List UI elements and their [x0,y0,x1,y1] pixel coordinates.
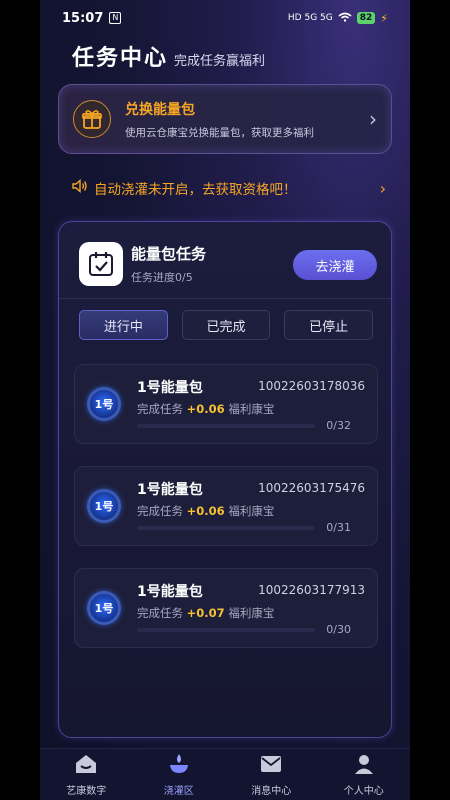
screen: 15:07 N HD 5G 5G 82 ⚡ 任务中心 完成任务赢福利 兑换能量包… [40,0,410,800]
chevron-right-icon: › [379,178,386,198]
progress-bar [137,628,315,632]
reward-amount: +0.06 [186,402,225,416]
nav-item-home[interactable]: 艺康数字 [40,749,133,800]
progress-bar [137,526,315,530]
page-header: 任务中心 完成任务赢福利 [72,40,265,72]
task-item[interactable]: 1号 1号能量包 10022603178036 完成任务 +0.06 福利康宝 … [74,364,378,444]
nav-label: 艺康数字 [66,785,107,797]
tab-stopped[interactable]: 已停止 [284,310,374,340]
user-icon [352,753,376,778]
charging-icon: ⚡ [380,11,388,25]
progress-count: 0/30 [326,623,351,636]
reward-amount: +0.06 [186,504,225,518]
tab-completed[interactable]: 已完成 [181,310,271,340]
nav-label: 消息中心 [251,785,292,797]
task-item-id: 10022603178036 [258,379,365,393]
notification-badge: N [109,12,122,24]
reward-amount: +0.07 [186,606,225,620]
task-panel: 能量包任务 任务进度0/5 去浇灌 进行中 已完成 已停止 1号 1号能量包 1… [58,221,392,738]
calendar-check-icon [79,242,123,286]
water-icon [167,753,191,778]
task-item[interactable]: 1号 1号能量包 10022603175476 完成任务 +0.06 福利康宝 … [74,466,378,546]
status-time: 15:07 [62,10,104,26]
signal-text: HD 5G 5G [287,13,333,23]
speaker-icon [72,178,88,197]
task-item-id: 10022603175476 [258,481,365,495]
nav-item-messages[interactable]: 消息中心 [225,749,318,800]
task-item-name: 1号能量包 [137,380,203,396]
nav-item-water[interactable]: 浇灌区 [133,749,226,800]
level-badge-icon: 1号 [87,591,121,625]
task-title: 能量包任务 [131,245,207,263]
exchange-text: 兑换能量包 使用云仓康宝兑换能量包，获取更多福利 [125,99,314,140]
exchange-desc: 使用云仓康宝兑换能量包，获取更多福利 [125,126,314,139]
exchange-title: 兑换能量包 [125,101,195,118]
go-water-button[interactable]: 去浇灌 [293,250,377,280]
task-header-text: 能量包任务 任务进度0/5 [131,243,206,285]
level-badge-icon: 1号 [87,387,121,421]
task-item-name: 1号能量包 [137,482,203,498]
task-item[interactable]: 1号 1号能量包 10022603177913 完成任务 +0.07 福利康宝 … [74,568,378,648]
bottom-nav: 艺康数字 浇灌区 消息中心 个人中心 [40,748,410,800]
task-progress: 任务进度0/5 [131,271,193,284]
nav-item-profile[interactable]: 个人中心 [318,749,411,800]
task-item-desc: 完成任务 +0.06 福利康宝 [137,504,275,518]
page-title: 任务中心 [72,46,169,71]
nav-label: 浇灌区 [163,785,194,797]
progress-count: 0/32 [326,419,351,432]
wifi-icon [338,12,352,25]
status-right: HD 5G 5G 82 ⚡ [288,12,388,25]
page-subtitle: 完成任务赢福利 [174,54,266,69]
mail-icon [259,753,283,778]
auto-water-notice[interactable]: 自动浇灌未开启，去获取资格吧！ › [72,178,386,198]
task-item-id: 10022603177913 [258,583,365,597]
notice-text: 自动浇灌未开启，去获取资格吧！ [94,182,297,198]
gift-icon [73,100,111,138]
battery-icon: 82 [356,12,376,24]
progress-count: 0/31 [326,521,351,534]
nav-label: 个人中心 [343,785,384,797]
task-item-desc: 完成任务 +0.07 福利康宝 [137,606,275,620]
home-icon [74,753,98,778]
level-badge-icon: 1号 [87,489,121,523]
task-header: 能量包任务 任务进度0/5 [79,242,206,286]
task-item-desc: 完成任务 +0.06 福利康宝 [137,402,275,416]
chevron-right-icon: › [369,107,377,131]
task-tabs: 进行中 已完成 已停止 [79,310,374,340]
divider [59,298,391,299]
task-item-name: 1号能量包 [137,584,203,600]
status-bar: 15:07 N HD 5G 5G 82 ⚡ [40,0,410,36]
tab-in-progress[interactable]: 进行中 [79,310,168,340]
exchange-energy-card[interactable]: 兑换能量包 使用云仓康宝兑换能量包，获取更多福利 › [58,84,392,154]
progress-bar [137,424,315,428]
